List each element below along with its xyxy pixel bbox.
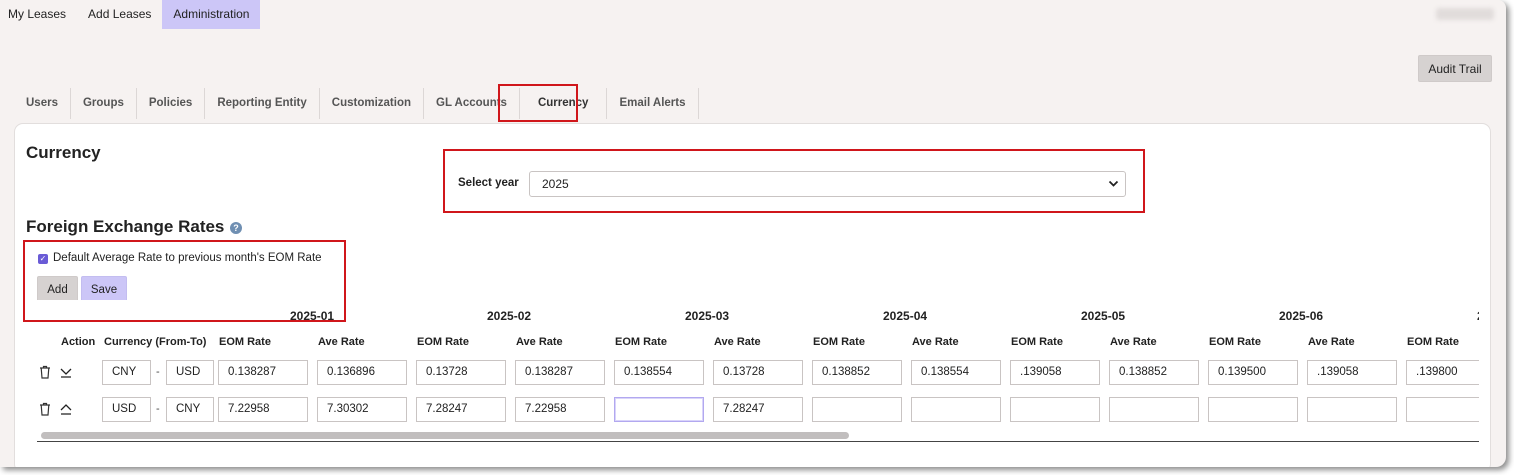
ave-rate-header: Ave Rate xyxy=(1110,336,1157,348)
fx-rates-table: 2025-01 2025-02 2025-03 2025-04 2025-05 … xyxy=(23,300,1479,448)
rate-input[interactable] xyxy=(812,397,902,422)
month-header: 2025-01 xyxy=(290,309,335,323)
audit-trail-button[interactable]: Audit Trail xyxy=(1418,55,1492,82)
year-select[interactable]: 2025 xyxy=(529,171,1126,197)
rate-input[interactable]: 0.13728 xyxy=(416,360,506,385)
rate-input[interactable]: 0.138554 xyxy=(911,360,1001,385)
rate-input[interactable]: .139058 xyxy=(1307,360,1397,385)
tab-currency[interactable]: Currency xyxy=(520,88,608,119)
tab-customization[interactable]: Customization xyxy=(320,88,425,119)
rate-input[interactable]: 7.22958 xyxy=(218,397,308,422)
select-year-label: Select year xyxy=(458,177,519,189)
currency-from-field[interactable]: USD xyxy=(102,397,151,422)
expand-row-icon[interactable] xyxy=(60,364,72,381)
rate-input[interactable] xyxy=(1208,397,1298,422)
rate-input[interactable] xyxy=(1010,397,1100,422)
tab-groups[interactable]: Groups xyxy=(71,88,137,119)
default-average-rate-label: Default Average Rate to previous month's… xyxy=(53,252,322,264)
rate-input[interactable]: 7.28247 xyxy=(416,397,506,422)
month-header: 2025-03 xyxy=(685,309,730,323)
tab-email-alerts[interactable]: Email Alerts xyxy=(607,88,699,119)
rate-input[interactable]: 7.22958 xyxy=(515,397,605,422)
admin-tabs: Users Groups Policies Reporting Entity C… xyxy=(14,88,699,119)
rate-input[interactable] xyxy=(911,397,1001,422)
rate-input-focused[interactable] xyxy=(614,397,704,422)
horizontal-scrollbar[interactable] xyxy=(41,432,849,439)
delete-row-icon[interactable] xyxy=(39,365,51,379)
nav-add-leases[interactable]: Add Leases xyxy=(77,0,162,29)
tab-reporting-entity[interactable]: Reporting Entity xyxy=(205,88,320,119)
rate-input[interactable]: 0.13728 xyxy=(713,360,803,385)
add-button[interactable]: Add xyxy=(37,276,78,303)
ave-rate-header: Ave Rate xyxy=(516,336,563,348)
rate-input[interactable] xyxy=(1307,397,1397,422)
rate-input[interactable]: .139058 xyxy=(1010,360,1100,385)
month-header: 2025-02 xyxy=(487,309,532,323)
rate-input[interactable] xyxy=(1109,397,1199,422)
currency-from-field[interactable]: CNY xyxy=(102,360,151,385)
rate-input[interactable]: 0.138852 xyxy=(812,360,902,385)
fx-section-title: Foreign Exchange Rates xyxy=(26,217,225,236)
rate-input[interactable]: 7.30302 xyxy=(317,397,407,422)
month-header: 2025-04 xyxy=(883,309,928,323)
currency-column-header: Currency (From-To) xyxy=(104,336,207,348)
month-header: 2025-05 xyxy=(1081,309,1126,323)
rate-input[interactable]: 0.138287 xyxy=(515,360,605,385)
month-header: 2025-06 xyxy=(1279,309,1324,323)
rate-input[interactable]: 0.136896 xyxy=(317,360,407,385)
eom-rate-header: EOM Rate xyxy=(417,336,469,348)
eom-rate-header: EOM Rate xyxy=(1209,336,1261,348)
ave-rate-header: Ave Rate xyxy=(714,336,761,348)
year-select-value: 2025 xyxy=(542,177,569,191)
collapse-row-icon[interactable] xyxy=(60,401,72,418)
tab-users[interactable]: Users xyxy=(14,88,71,119)
user-menu[interactable] xyxy=(1436,8,1494,20)
nav-my-leases[interactable]: My Leases xyxy=(0,0,77,29)
page-title: Currency xyxy=(26,143,101,162)
currency-to-field[interactable]: USD xyxy=(166,360,214,385)
currency-separator: - xyxy=(156,366,160,378)
currency-to-field[interactable]: CNY xyxy=(166,397,214,422)
chevron-down-icon xyxy=(1108,172,1119,204)
save-button[interactable]: Save xyxy=(81,276,127,303)
eom-rate-header: EOM Rate xyxy=(1011,336,1063,348)
ave-rate-header: Ave Rate xyxy=(1308,336,1355,348)
rate-input[interactable] xyxy=(1406,397,1479,422)
currency-separator: - xyxy=(156,403,160,415)
rate-input[interactable]: 0.139500 xyxy=(1208,360,1298,385)
help-icon[interactable]: ? xyxy=(230,222,242,234)
ave-rate-header: Ave Rate xyxy=(318,336,365,348)
app-window: My Leases Add Leases Administration Audi… xyxy=(0,0,1506,467)
rate-input[interactable]: 0.138287 xyxy=(218,360,308,385)
eom-rate-header: EOM Rate xyxy=(615,336,667,348)
tab-policies[interactable]: Policies xyxy=(137,88,206,119)
action-column-header: Action xyxy=(61,336,96,348)
rate-input[interactable]: 7.28247 xyxy=(713,397,803,422)
table-bottom-border xyxy=(37,441,1479,442)
rate-input[interactable]: 0.138554 xyxy=(614,360,704,385)
top-navigation: My Leases Add Leases Administration xyxy=(0,0,261,29)
ave-rate-header: Ave Rate xyxy=(912,336,959,348)
eom-rate-header: EOM Rate xyxy=(813,336,865,348)
table-corner xyxy=(23,300,213,320)
rate-input[interactable]: .139800 xyxy=(1406,360,1479,385)
eom-rate-header: EOM Rate xyxy=(219,336,271,348)
month-header: 2 xyxy=(1477,309,1479,323)
tab-gl-accounts[interactable]: GL Accounts xyxy=(424,88,520,119)
delete-row-icon[interactable] xyxy=(39,402,51,416)
eom-rate-header: EOM Rate xyxy=(1407,336,1459,348)
rate-input[interactable]: 0.138852 xyxy=(1109,360,1199,385)
default-average-rate-checkbox[interactable]: ✓ xyxy=(38,254,48,264)
nav-administration[interactable]: Administration xyxy=(162,0,261,29)
